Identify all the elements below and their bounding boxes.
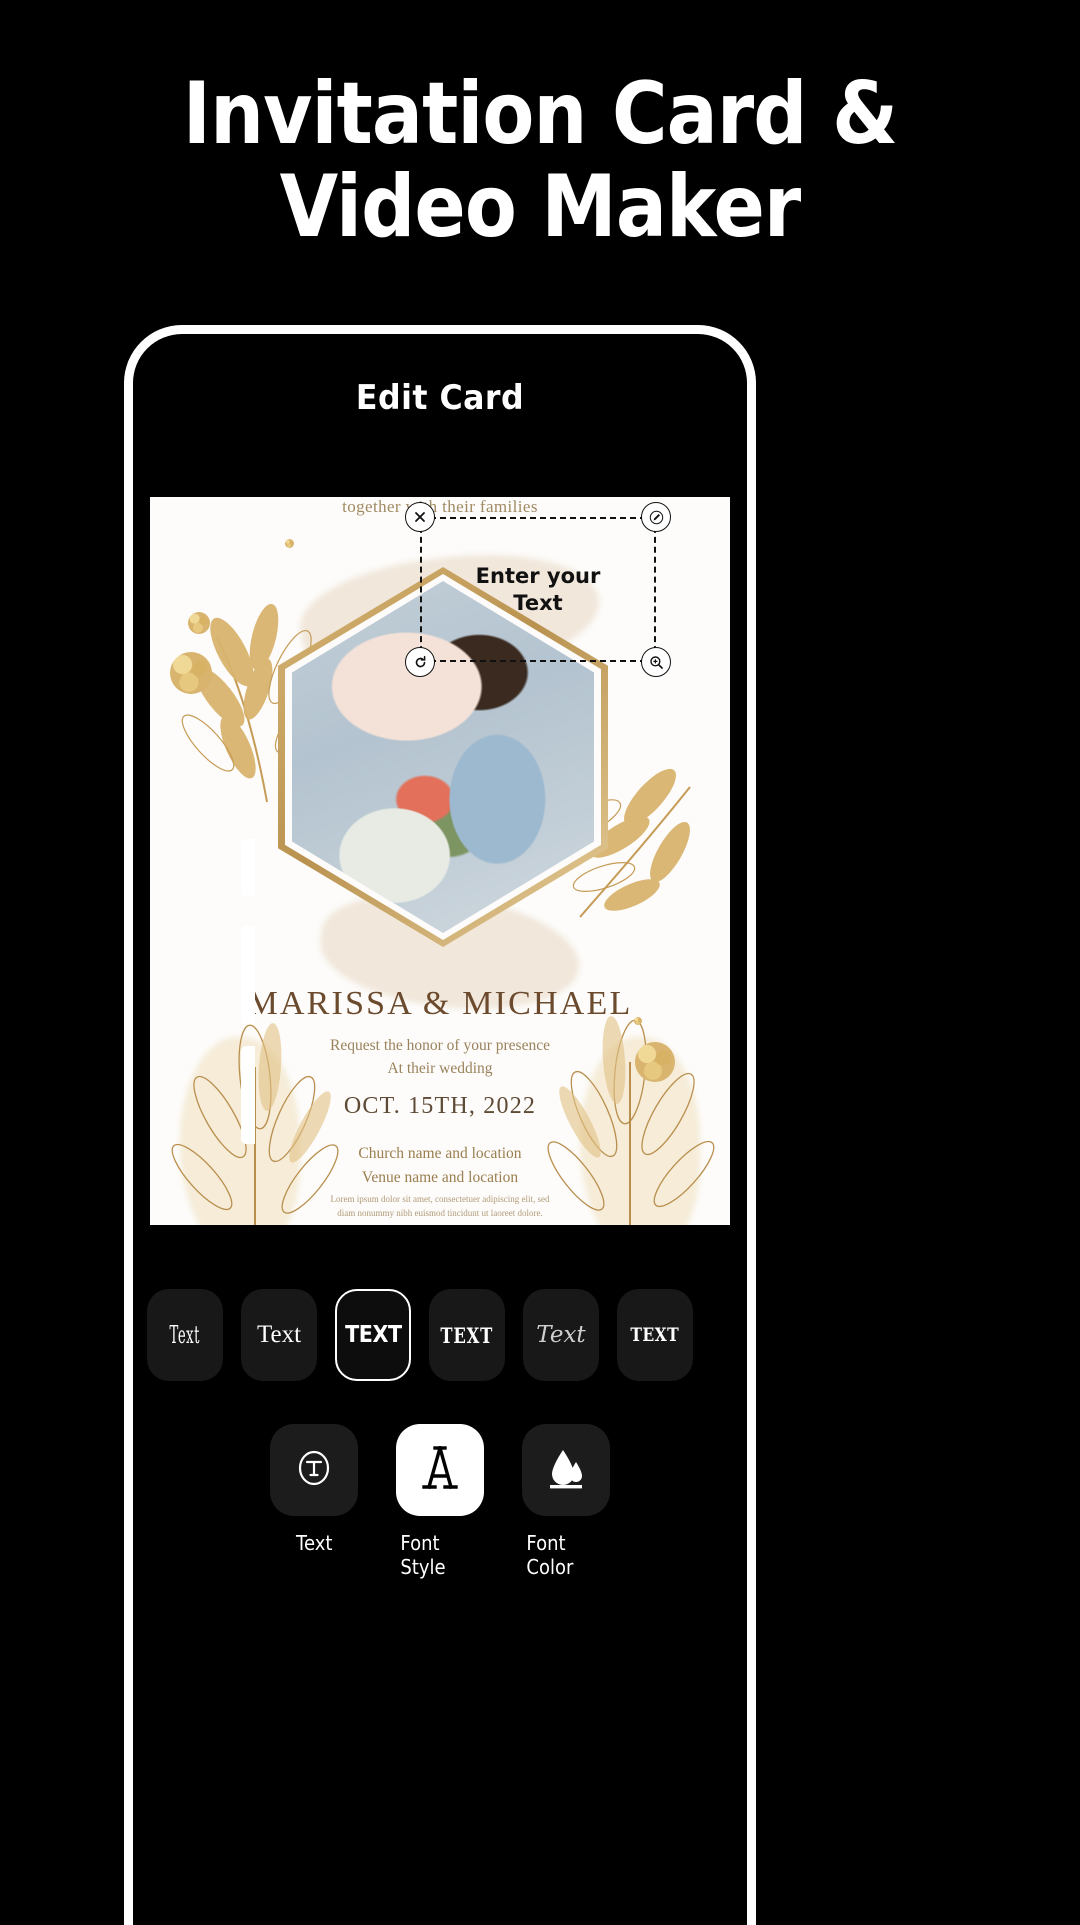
card-venue-line-1: Church name and location <box>358 1145 522 1162</box>
card-fine-line-1: Lorem ipsum dolor sit amet, consectetuer… <box>330 1194 550 1204</box>
font-chip-label: TEXT <box>440 1322 494 1348</box>
text-button[interactable] <box>270 1424 358 1516</box>
card-request: Request the honor of your presence At th… <box>150 1034 730 1081</box>
card-venue: Church name and location Venue name and … <box>150 1142 730 1190</box>
letter-a-icon <box>417 1443 463 1498</box>
font-chip-label: Text <box>256 1321 302 1348</box>
font-chip-label: TEXT <box>344 1322 402 1348</box>
font-color-button[interactable] <box>522 1424 610 1516</box>
toolbar-label-text: Text <box>295 1531 333 1555</box>
text-selection-box[interactable]: Enter your Text <box>405 502 671 677</box>
card-canvas[interactable]: together with their families MARISSA & M… <box>150 497 730 1225</box>
font-chip-label: Text <box>169 1321 201 1349</box>
font-chip-3[interactable]: TEXT <box>429 1289 505 1381</box>
glitter-dot <box>170 652 212 694</box>
close-icon[interactable] <box>405 502 435 532</box>
font-chip-0[interactable]: Text <box>147 1289 223 1381</box>
edit-icon[interactable] <box>641 502 671 532</box>
toolbar-item-text[interactable]: Text <box>270 1424 358 1579</box>
font-chip-label: Text <box>536 1322 586 1348</box>
phone-mockup: Edit Card together with their families M… <box>124 325 756 1925</box>
font-chip-1[interactable]: Text <box>241 1289 317 1381</box>
card-request-line-2: At their wedding <box>387 1060 493 1078</box>
card-date[interactable]: OCT. 15TH, 2022 <box>150 1093 730 1120</box>
page-title: Invitation Card & Video Maker <box>65 68 1015 254</box>
phone-volume-up-button <box>241 926 255 1024</box>
font-chip-2[interactable]: TEXT <box>335 1289 411 1381</box>
glitter-dot <box>188 612 210 634</box>
text-placeholder-line-1: Enter your <box>475 564 601 589</box>
text-placeholder: Enter your Text <box>422 519 654 660</box>
circled-t-icon <box>291 1445 337 1496</box>
font-chip-label: TEXT <box>630 1324 680 1346</box>
font-chip-5[interactable]: TEXT <box>617 1289 693 1381</box>
ink-drop-icon <box>543 1444 589 1497</box>
text-placeholder-line-2: Text <box>513 590 563 615</box>
resize-icon[interactable] <box>641 647 671 677</box>
font-style-button[interactable] <box>396 1424 484 1516</box>
editor-toolbar[interactable]: Text Font Style Font Color <box>133 1424 747 1579</box>
phone-silent-switch <box>241 839 255 896</box>
toolbar-label-font-color: Font Color <box>526 1531 574 1579</box>
card-fine-line-2: diam nonummy nibh euismod tincidunt ut l… <box>337 1207 543 1218</box>
toolbar-item-font-color[interactable]: Font Color <box>522 1424 610 1579</box>
card-venue-line-2: Venue name and location <box>361 1169 519 1187</box>
page-title-line-1: Invitation Card & <box>182 64 898 164</box>
card-fine-print: Lorem ipsum dolor sit amet, consectetuer… <box>150 1193 730 1220</box>
page-title-line-2: Video Maker <box>279 156 802 257</box>
screen-title: Edit Card <box>355 378 525 418</box>
glitter-dot <box>285 539 294 548</box>
toolbar-item-font-style[interactable]: Font Style <box>396 1424 484 1579</box>
rotate-icon[interactable] <box>405 647 435 677</box>
card-names[interactable]: MARISSA & MICHAEL <box>150 985 730 1023</box>
toolbar-label-font-style: Font Style <box>400 1531 446 1579</box>
card-request-line-1: Request the honor of your presence <box>330 1037 550 1054</box>
font-chip-list[interactable]: Text Text TEXT TEXT Text TEXT <box>133 1289 747 1381</box>
phone-volume-down-button <box>241 1046 255 1144</box>
font-chip-4[interactable]: Text <box>523 1289 599 1381</box>
